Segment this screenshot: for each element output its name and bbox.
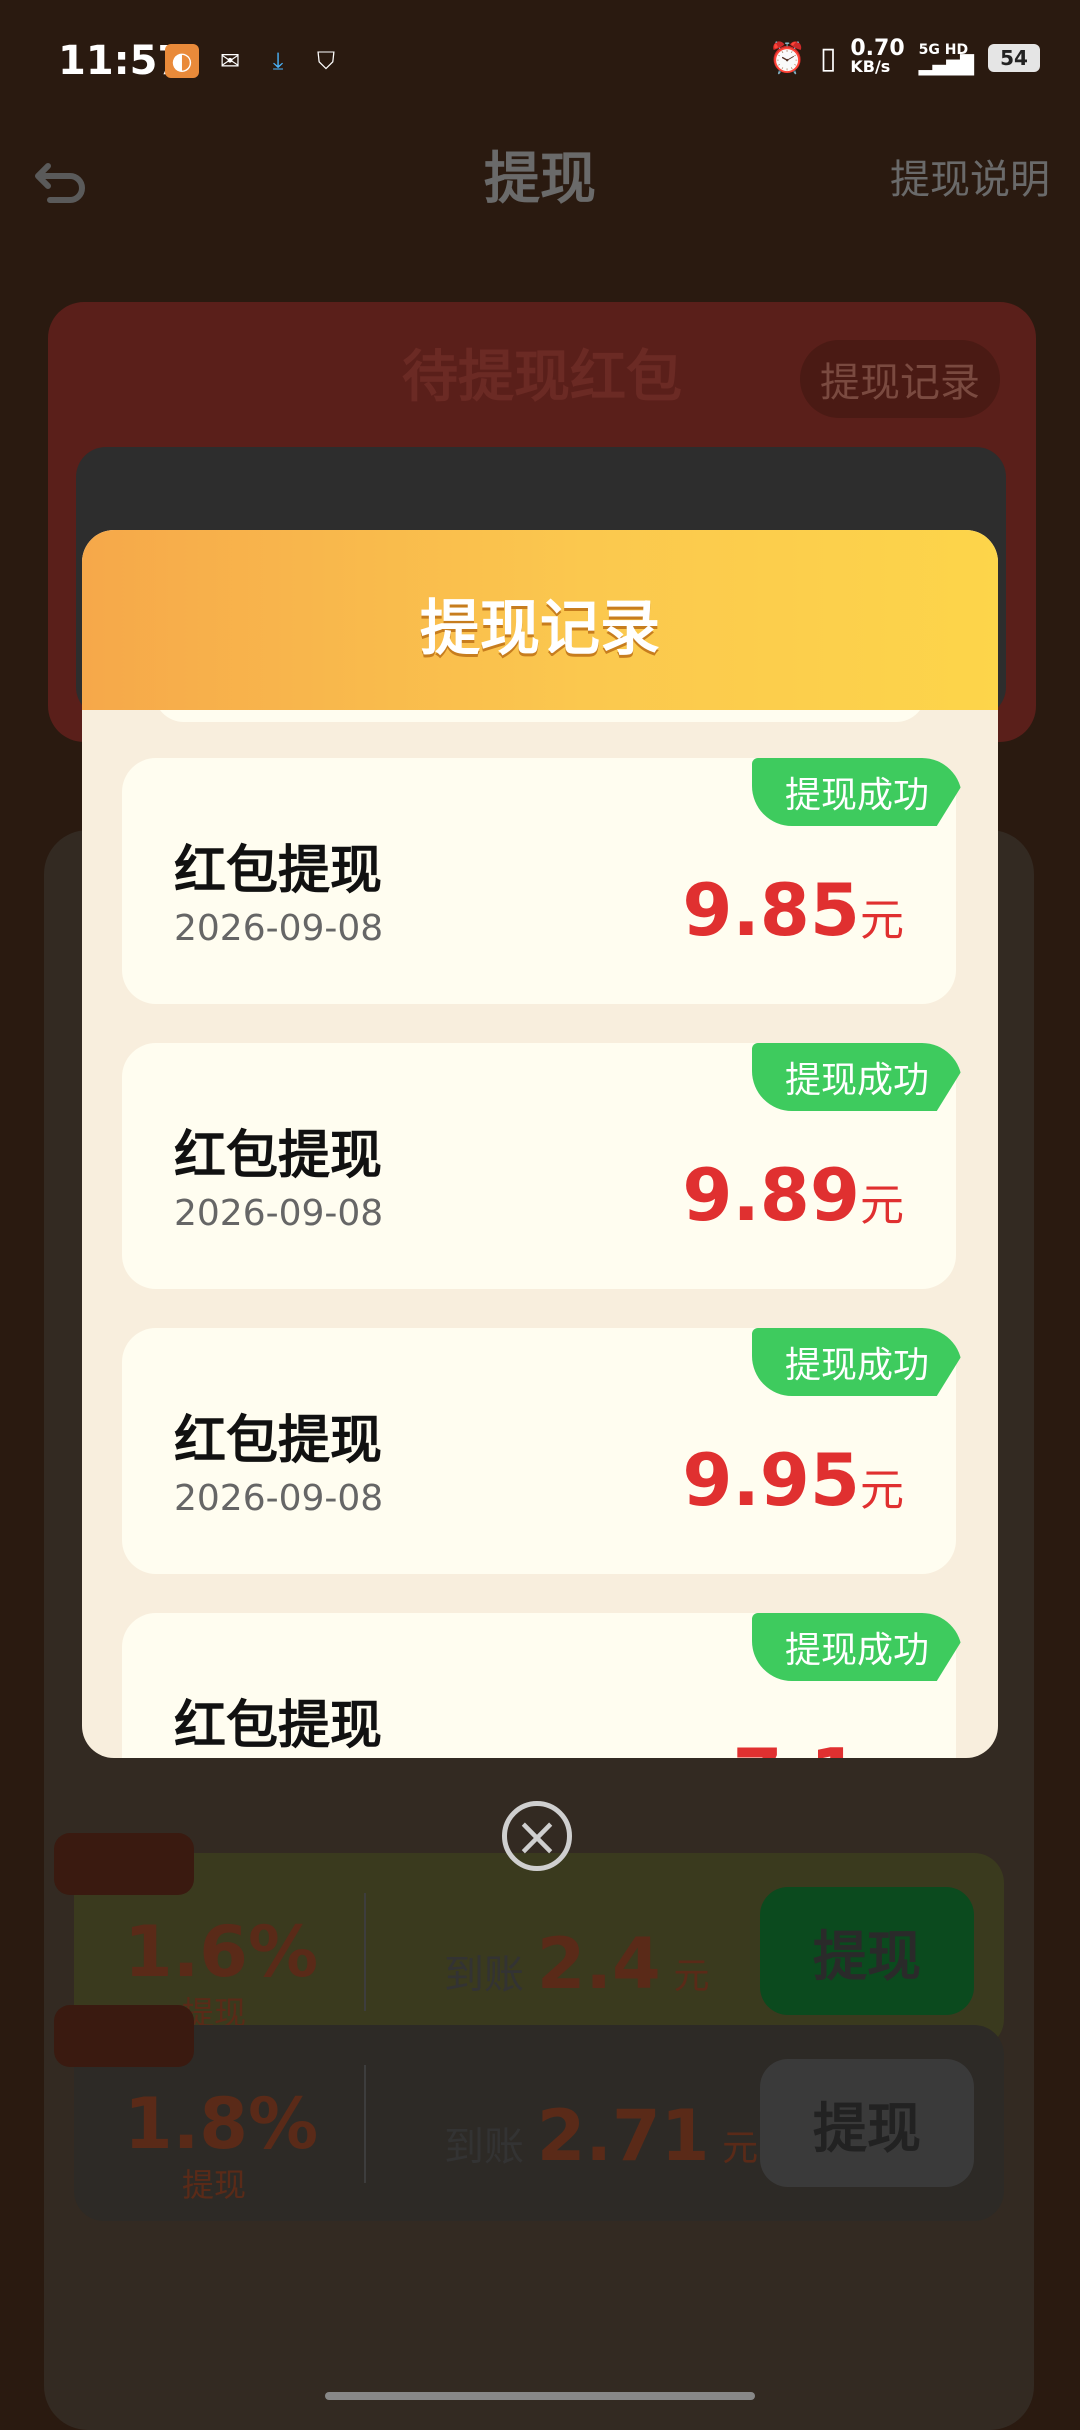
record-amount: 9.95元: [682, 1438, 904, 1522]
record-item: 提现成功 红包提现 7.1元: [122, 1613, 962, 1758]
amount-value: 9.95: [682, 1438, 860, 1522]
arrive-label: 到账: [444, 2124, 524, 2170]
record-item: 提现成功 红包提现 2026-09-08 9.95元: [122, 1328, 962, 1574]
amount-unit: 元: [860, 895, 904, 946]
download-icon: ⤓: [272, 47, 284, 75]
network-speed: 0.70 KB/s: [850, 36, 905, 76]
amount-unit: 元: [860, 1180, 904, 1231]
status-badge: 提现成功: [752, 1613, 962, 1681]
status-badge: 提现成功: [752, 758, 962, 826]
option-divider: [364, 2065, 366, 2183]
arrive-amount: 2.71: [536, 2095, 710, 2177]
modal-title: 提现记录: [420, 594, 660, 664]
withdraw-record-button[interactable]: 提现记录: [800, 340, 1000, 418]
shield-icon: ⛉: [317, 47, 335, 75]
withdraw-button[interactable]: 提现: [760, 2059, 974, 2187]
record-date: 2026-09-08: [174, 1193, 384, 1234]
withdraw-help-link[interactable]: 提现说明: [890, 150, 1050, 210]
alarm-icon: ⏰: [768, 40, 806, 76]
status-badge: 提现成功: [752, 1043, 962, 1111]
amount-unit: 元: [860, 1465, 904, 1516]
record-list[interactable]: 提现成功 红包提现 2026-09-08 9.85元 提现成功 红包提现 202…: [82, 710, 998, 1758]
withdraw-record-modal: 提现记录 提现成功 红包提现 2026-09-08 9.85元 提现成功 红包提…: [82, 530, 998, 1758]
home-indicator[interactable]: [325, 2392, 755, 2400]
amount-value: 7.1: [732, 1733, 860, 1758]
record-amount: 9.89元: [682, 1153, 904, 1237]
record-date: 2026-09-08: [174, 1478, 384, 1519]
arrive-unit: 元: [673, 1956, 710, 1997]
close-icon[interactable]: ×: [502, 1801, 572, 1871]
record-label: 红包提现: [174, 1411, 383, 1471]
status-badge: 提现成功: [752, 1328, 962, 1396]
record-date: 2026-09-08: [174, 908, 384, 949]
record-amount: 9.85元: [682, 868, 904, 952]
record-label: 红包提现: [174, 841, 383, 901]
option-tag: [54, 1833, 194, 1895]
record-label: 红包提现: [174, 1126, 383, 1186]
record-item: 提现成功 红包提现 2026-09-08 9.89元: [122, 1043, 962, 1289]
option-arrive: 到账 2.71 元: [444, 2095, 758, 2177]
option-percent: 1.6%: [124, 1911, 319, 1993]
battery-icon: 54: [988, 44, 1040, 72]
option-divider: [364, 1893, 366, 2011]
app-notification-icon: ◐: [165, 44, 199, 78]
status-bar: 11:57 ◐ ✉ ⤓ ⛉ ⏰ ▯ 0.70 KB/s 5G HD ▂▄▆█ 5…: [0, 0, 1080, 130]
record-label: 红包提现: [174, 1696, 383, 1756]
option-sub-label: 提现: [182, 2166, 247, 2204]
vibrate-icon: ▯: [819, 40, 837, 76]
option-tag: [54, 2005, 194, 2067]
list-item: [154, 710, 926, 722]
status-right: ⏰ ▯ 0.70 KB/s 5G HD ▂▄▆█ 54: [768, 36, 1040, 76]
wechat-icon: ✉: [219, 47, 241, 75]
net-speed-value: 0.70: [850, 36, 905, 61]
amount-value: 9.89: [682, 1153, 860, 1237]
notification-icons: ◐ ✉ ⤓ ⛉: [165, 44, 343, 78]
amount-value: 9.85: [682, 868, 860, 952]
modal-header: 提现记录: [82, 530, 998, 710]
arrive-unit: 元: [722, 2128, 759, 2169]
net-speed-unit: KB/s: [850, 57, 891, 76]
arrive-label: 到账: [444, 1952, 524, 1998]
withdraw-button[interactable]: 提现: [760, 1887, 974, 2015]
withdraw-option: 1.8% 提现 到账 2.71 元 提现: [54, 2005, 1004, 2221]
top-bar: 提现 提现说明: [0, 140, 1080, 250]
option-arrive: 到账 2.4 元: [444, 1923, 709, 2005]
arrive-amount: 2.4: [536, 1923, 661, 2005]
option-percent: 1.8%: [124, 2083, 319, 2165]
signal-icon: 5G HD ▂▄▆█: [918, 42, 974, 76]
withdraw-option: 1.6% 提现 到账 2.4 元 提现: [54, 1833, 1004, 2049]
record-amount: 7.1元: [732, 1733, 904, 1758]
record-item: 提现成功 红包提现 2026-09-08 9.85元: [122, 758, 962, 1004]
